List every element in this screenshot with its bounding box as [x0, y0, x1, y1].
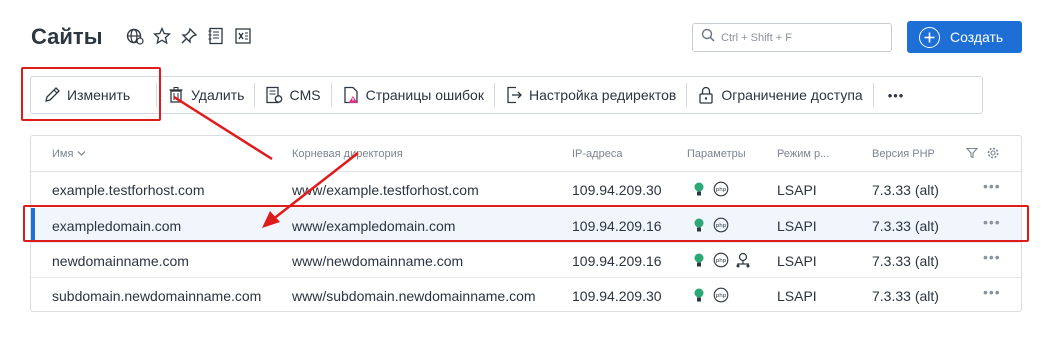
- filter-icon[interactable]: [965, 147, 979, 162]
- redirect-icon: [505, 86, 523, 104]
- docs-icon[interactable]: [207, 27, 225, 45]
- row-more-button[interactable]: •••: [983, 214, 1001, 230]
- pencil-icon: [43, 86, 61, 104]
- cms-button-label: CMS: [289, 87, 321, 103]
- trash-icon: [167, 86, 185, 104]
- site-name: newdomainname.com: [52, 253, 189, 269]
- search-placeholder: Ctrl + Shift + F: [721, 31, 792, 44]
- selection-marker: [31, 208, 35, 242]
- handler-mode: LSAPI: [777, 253, 817, 269]
- ssl-bulb-icon: [691, 287, 707, 303]
- column-header-name-label: Имя: [52, 148, 74, 160]
- root-directory: www/exampledomain.com: [292, 218, 456, 234]
- redirects-button[interactable]: Настройка редиректов: [495, 77, 686, 113]
- php-version: 7.3.33 (alt): [872, 182, 939, 198]
- search-icon: [701, 28, 715, 47]
- globe-settings-icon[interactable]: [126, 27, 144, 45]
- table-settings-icon[interactable]: [987, 147, 999, 162]
- cms-icon: [265, 86, 283, 104]
- column-header-mode[interactable]: Режим р...: [777, 148, 829, 160]
- redirects-button-label: Настройка редиректов: [528, 87, 677, 103]
- ip-address: 109.94.209.30: [572, 182, 662, 198]
- pin-icon[interactable]: [180, 27, 198, 45]
- error-pages-button-label: Страницы ошибок: [365, 87, 484, 103]
- svg-text:php: php: [716, 258, 727, 264]
- ip-address: 109.94.209.16: [572, 218, 662, 234]
- ssl-bulb-icon: [691, 252, 707, 268]
- table-header: Имя Корневая директория IP-адреса Параме…: [31, 136, 1021, 172]
- toolbar-more-button[interactable]: •••: [874, 77, 915, 113]
- site-name: example.testforhost.com: [52, 182, 205, 198]
- edit-button[interactable]: Изменить: [31, 77, 156, 113]
- lock-icon: [697, 86, 715, 104]
- create-button-label: Создать: [950, 29, 1004, 45]
- table-row[interactable]: example.testforhost.com www/example.test…: [31, 172, 1021, 207]
- table-row[interactable]: newdomainname.com www/newdomainname.com …: [31, 243, 1021, 278]
- table-row-selected[interactable]: exampledomain.com www/exampledomain.com …: [31, 208, 1021, 243]
- row-more-button[interactable]: •••: [983, 284, 1001, 300]
- php-icon: php: [713, 252, 729, 268]
- ssl-bulb-icon: [691, 217, 707, 233]
- plus-icon: [919, 26, 940, 48]
- php-version: 7.3.33 (alt): [872, 253, 939, 269]
- php-icon: php: [713, 181, 729, 197]
- column-header-php[interactable]: Версия PHP: [872, 148, 935, 160]
- column-header-name[interactable]: Имя: [52, 148, 86, 160]
- cms-button[interactable]: CMS: [255, 77, 330, 113]
- row-more-button[interactable]: •••: [983, 249, 1001, 265]
- ip-address: 109.94.209.16: [572, 253, 662, 269]
- access-restriction-button-label: Ограничение доступа: [721, 87, 863, 103]
- root-directory: www/newdomainname.com: [292, 253, 464, 269]
- site-name: exampledomain.com: [52, 218, 182, 234]
- ssl-bulb-icon: [691, 181, 707, 197]
- table-row[interactable]: subdomain.newdomainname.com www/subdomai…: [31, 278, 1021, 313]
- delete-button[interactable]: Удалить: [157, 77, 254, 113]
- root-directory: www/example.testforhost.com: [292, 182, 479, 198]
- export-excel-icon[interactable]: [234, 27, 252, 45]
- handler-mode: LSAPI: [777, 182, 817, 198]
- star-icon[interactable]: [153, 27, 171, 45]
- chevron-down-icon: [77, 148, 86, 160]
- handler-mode: LSAPI: [777, 218, 817, 234]
- edit-button-label: Изменить: [67, 87, 131, 103]
- php-version: 7.3.33 (alt): [872, 218, 939, 234]
- search-input[interactable]: Ctrl + Shift + F: [692, 23, 892, 52]
- php-icon: php: [713, 287, 729, 303]
- row-more-button[interactable]: •••: [983, 178, 1001, 194]
- column-header-ip[interactable]: IP-адреса: [572, 148, 622, 160]
- sites-table: Имя Корневая директория IP-адреса Параме…: [30, 135, 1022, 312]
- root-directory: www/subdomain.newdomainname.com: [292, 288, 536, 304]
- create-button[interactable]: Создать: [907, 21, 1022, 53]
- column-header-params[interactable]: Параметры: [687, 148, 746, 160]
- toolbar: Изменить Удалить CMS Страницы ошибок Нас…: [30, 76, 983, 114]
- network-icon: [735, 252, 751, 268]
- handler-mode: LSAPI: [777, 288, 817, 304]
- error-page-icon: [342, 86, 360, 104]
- page-title: Сайты: [31, 24, 103, 49]
- column-header-root[interactable]: Корневая директория: [292, 148, 403, 160]
- error-pages-button[interactable]: Страницы ошибок: [332, 77, 494, 113]
- access-restriction-button[interactable]: Ограничение доступа: [687, 77, 872, 113]
- svg-text:php: php: [716, 187, 727, 193]
- svg-text:php: php: [716, 223, 727, 229]
- php-version: 7.3.33 (alt): [872, 288, 939, 304]
- delete-button-label: Удалить: [191, 87, 245, 103]
- php-icon: php: [713, 217, 729, 233]
- svg-text:php: php: [716, 293, 727, 299]
- site-name: subdomain.newdomainname.com: [52, 288, 262, 304]
- ip-address: 109.94.209.30: [572, 288, 662, 304]
